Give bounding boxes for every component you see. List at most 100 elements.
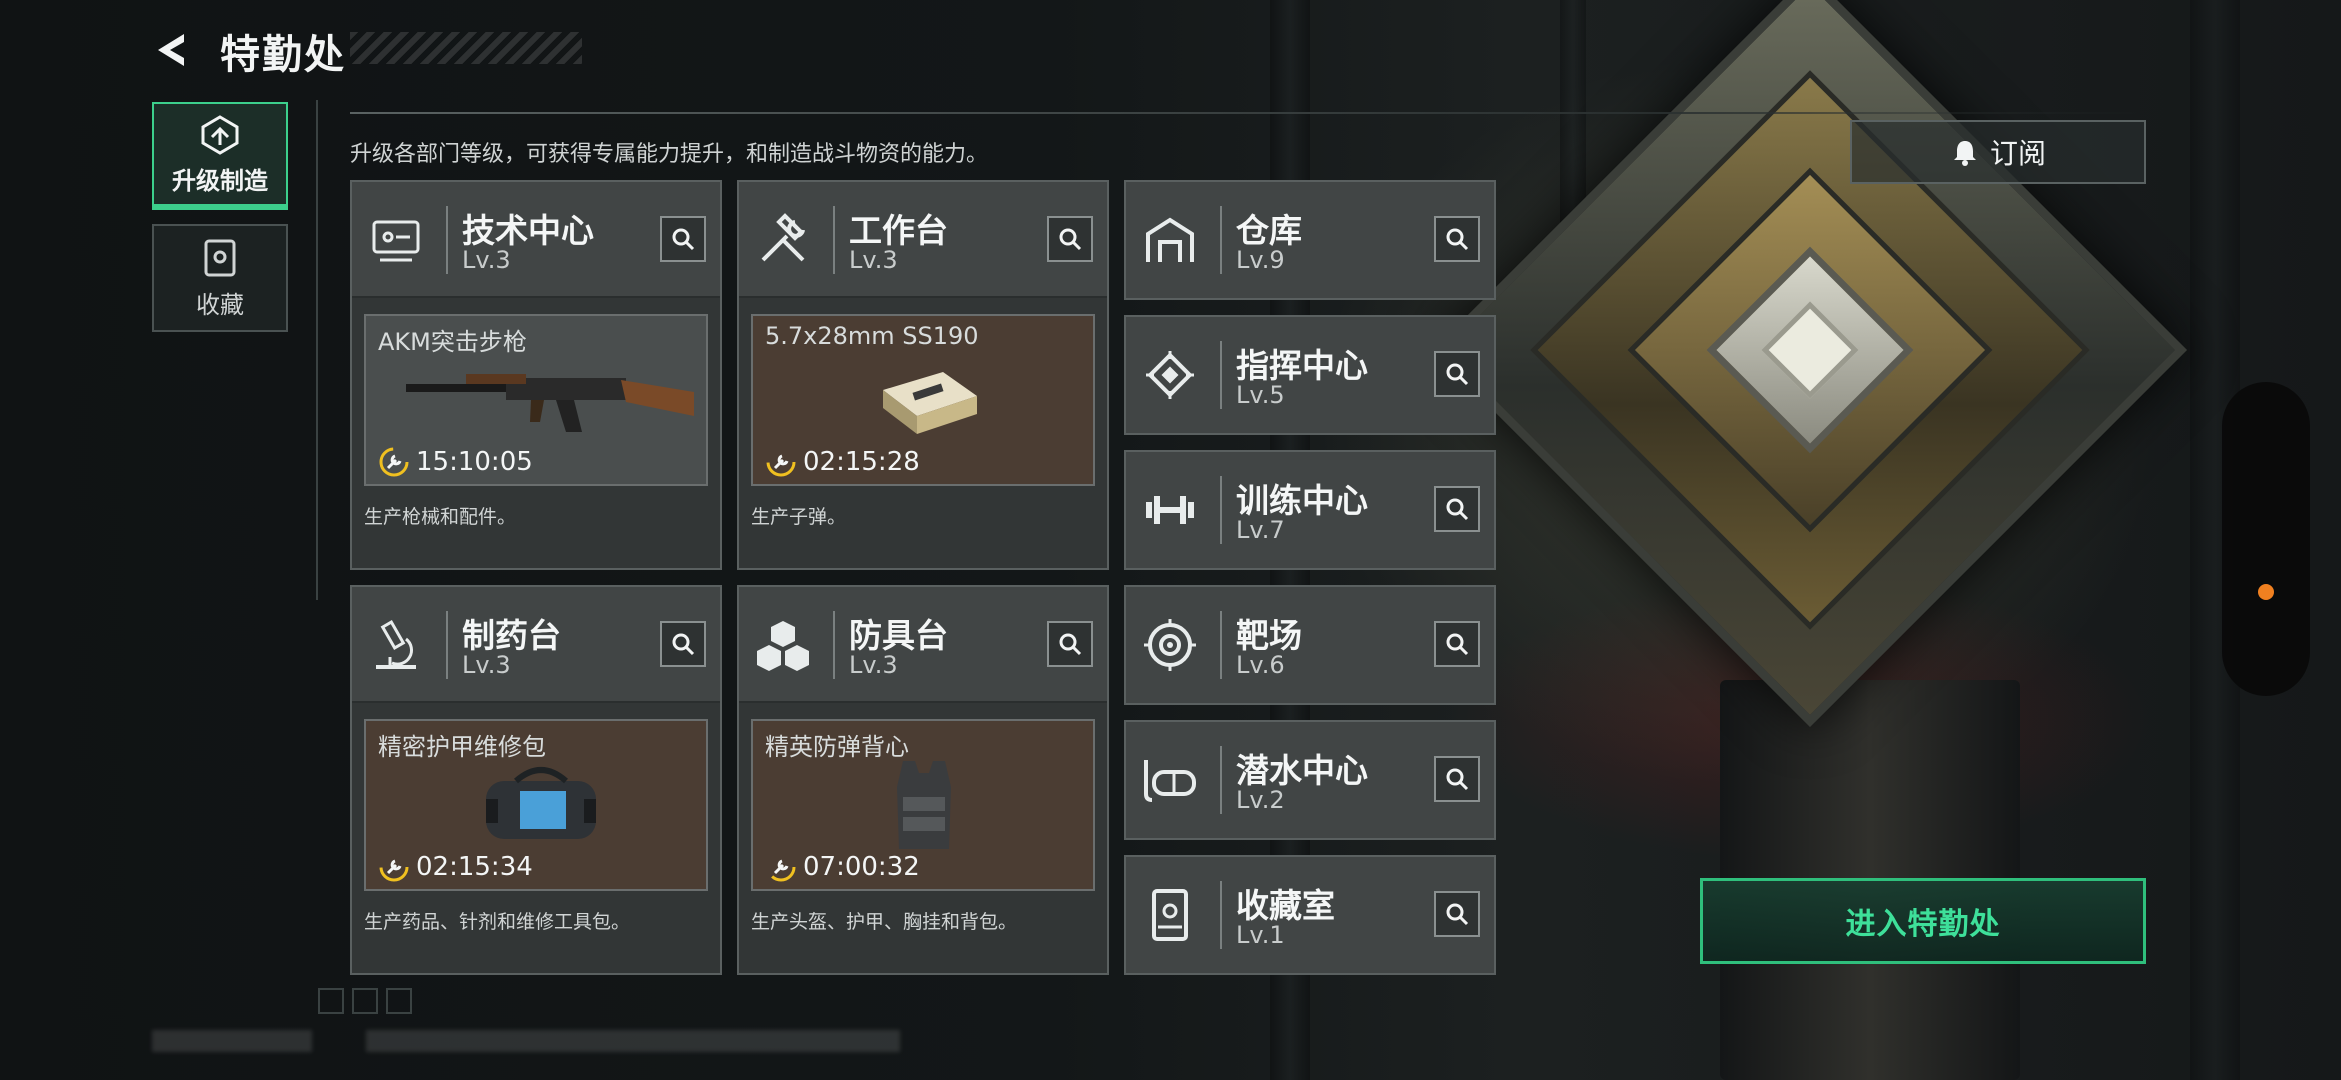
panel-level: Lv.3 [462, 246, 511, 274]
search-icon [1446, 768, 1469, 791]
wrench-timer-icon [379, 447, 409, 477]
nav-upgrade-tab[interactable]: 升级制造 [152, 102, 288, 210]
upgrade-gear-icon [201, 114, 239, 155]
panel-level: Lv.2 [1236, 786, 1285, 814]
timer-value: 15:10:05 [416, 447, 533, 477]
wrench-timer-icon [379, 852, 409, 882]
dept-panel-workbench[interactable]: 工作台 Lv.3 5.7x28mm SS190 02:15:28 生产子弹。 [737, 180, 1109, 570]
command-chip-icon [1146, 351, 1194, 399]
bottom-decoration [318, 988, 412, 1014]
search-icon [1059, 633, 1082, 656]
production-slot[interactable]: 精英防弹背心 07:00:32 [751, 719, 1095, 891]
inspect-button[interactable] [1047, 216, 1093, 262]
inspect-button[interactable] [1434, 756, 1480, 802]
production-slot[interactable]: 5.7x28mm SS190 02:15:28 [751, 314, 1095, 486]
panel-name: 潜水中心 [1236, 751, 1368, 790]
panel-description: 生产子弹。 [751, 506, 847, 528]
panel-header: 防具台 Lv.3 [739, 587, 1107, 703]
page-title: 特勤处 [220, 32, 346, 78]
microscope-icon [376, 620, 416, 669]
subscribe-button[interactable]: 订阅 [1850, 120, 2146, 184]
nav-collection-label: 收藏 [196, 290, 244, 319]
panel-description: 生产药品、针剂和维修工具包。 [364, 911, 631, 933]
production-slot[interactable]: 精密护甲维修包 02:15:34 [364, 719, 708, 891]
production-slot[interactable]: AKM突击步枪 15:10:05 [364, 314, 708, 486]
warehouse-icon [1146, 217, 1194, 262]
dept-panel-tech-center[interactable]: 技术中心 Lv.3 AKM突击步枪 15:10:05 生产枪械和配件。 [350, 180, 722, 570]
search-icon [1446, 228, 1469, 251]
panel-header: 训练中心 Lv.7 [1126, 452, 1494, 568]
title-decoration [350, 32, 582, 64]
nav-upgrade-label: 升级制造 [172, 166, 268, 195]
footer-redacted [366, 1030, 900, 1052]
inspect-button[interactable] [1047, 621, 1093, 667]
product-name: 5.7x28mm SS190 [765, 322, 979, 350]
notification-dot [2258, 584, 2274, 600]
dept-panel-warehouse[interactable]: 仓库 Lv.9 [1124, 180, 1496, 300]
nav-collection-tab[interactable]: 收藏 [152, 224, 288, 332]
panel-level: Lv.3 [462, 651, 511, 679]
panel-header: 技术中心 Lv.3 [352, 182, 720, 298]
dept-panel-shooting-range[interactable]: 靶场 Lv.6 [1124, 585, 1496, 705]
panel-level: Lv.3 [849, 651, 898, 679]
wrench-timer-icon [766, 447, 796, 477]
enter-special-ops-button[interactable]: 进入特勤处 [1700, 878, 2146, 964]
panel-name: 仓库 [1236, 211, 1302, 250]
panel-header: 指挥中心 Lv.5 [1126, 317, 1494, 433]
inspect-button[interactable] [1434, 216, 1480, 262]
dept-panel-armor[interactable]: 防具台 Lv.3 精英防弹背心 07:00:32 生产头盔、护甲、胸挂和背包。 [737, 585, 1109, 975]
product-name: AKM突击步枪 [378, 328, 527, 356]
search-icon [1446, 903, 1469, 926]
inspect-button[interactable] [1434, 351, 1480, 397]
panel-level: Lv.1 [1236, 921, 1285, 949]
inspect-button[interactable] [1434, 621, 1480, 667]
panel-level: Lv.3 [849, 246, 898, 274]
panel-name: 工作台 [849, 211, 948, 250]
search-icon [1446, 498, 1469, 521]
panel-name: 制药台 [462, 616, 561, 655]
panel-header: 仓库 Lv.9 [1126, 182, 1494, 298]
inspect-button[interactable] [1434, 891, 1480, 937]
rifle-image [406, 374, 694, 432]
dept-panel-collection-room[interactable]: 收藏室 Lv.1 [1124, 855, 1496, 975]
collection-room-icon [1152, 889, 1188, 941]
panel-description: 生产头盔、护甲、胸挂和背包。 [751, 911, 1018, 933]
bell-icon [1953, 141, 1976, 166]
inspect-button[interactable] [660, 216, 706, 262]
dept-panel-pharmacy[interactable]: 制药台 Lv.3 精密护甲维修包 02:15:34 生产药品、针剂和维修工具包。 [350, 585, 722, 975]
side-drawer-handle[interactable] [2222, 382, 2310, 696]
panel-name: 防具台 [849, 616, 948, 655]
panel-header: 收藏室 Lv.1 [1126, 857, 1494, 973]
panel-level: Lv.5 [1236, 381, 1285, 409]
panel-level: Lv.6 [1236, 651, 1285, 679]
cubes-icon [757, 621, 809, 671]
search-icon [1446, 363, 1469, 386]
search-icon [1446, 633, 1469, 656]
divider [316, 100, 318, 600]
production-timer: 07:00:32 [765, 851, 920, 883]
dept-panel-command-center[interactable]: 指挥中心 Lv.5 [1124, 315, 1496, 435]
production-timer: 02:15:34 [378, 851, 533, 883]
dept-panel-training-center[interactable]: 训练中心 Lv.7 [1124, 450, 1496, 570]
panel-level: Lv.9 [1236, 246, 1285, 274]
panel-name: 指挥中心 [1236, 346, 1368, 385]
product-name: 精密护甲维修包 [378, 733, 546, 761]
armor-repair-kit-image [486, 767, 596, 839]
panel-level: Lv.7 [1236, 516, 1285, 544]
panel-name: 靶场 [1236, 616, 1302, 655]
panel-header: 潜水中心 Lv.2 [1126, 722, 1494, 838]
dumbbell-icon [1146, 496, 1194, 524]
inspect-button[interactable] [660, 621, 706, 667]
timer-value: 07:00:32 [803, 852, 920, 882]
back-arrow-icon[interactable] [150, 28, 194, 72]
diving-mask-icon [1144, 760, 1196, 802]
target-icon [1144, 619, 1196, 671]
collection-cabinet-icon [204, 239, 236, 276]
production-timer: 15:10:05 [378, 446, 533, 478]
dept-panel-diving-center[interactable]: 潜水中心 Lv.2 [1124, 720, 1496, 840]
inspect-button[interactable] [1434, 486, 1480, 532]
search-icon [672, 633, 695, 656]
divider [350, 112, 2150, 114]
panel-name: 收藏室 [1236, 886, 1335, 925]
footer-redacted [152, 1030, 312, 1052]
